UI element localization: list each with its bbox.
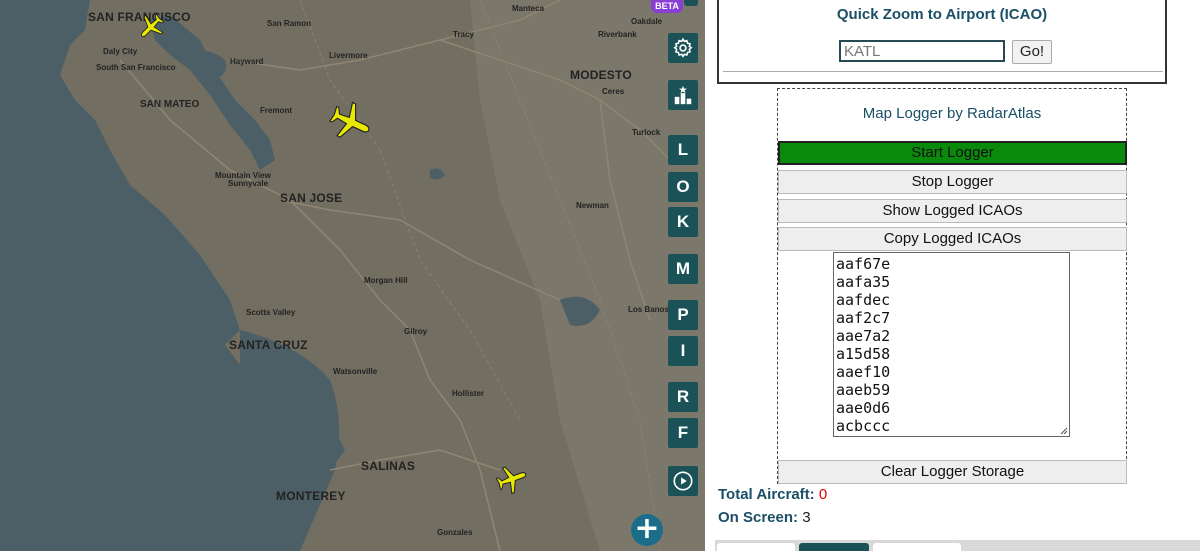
on-screen-value: 3 xyxy=(802,509,811,526)
plus-icon: + xyxy=(634,511,660,546)
tool-letter-l[interactable]: L xyxy=(668,135,698,165)
bottom-tab-active[interactable] xyxy=(799,543,869,551)
aircraft-icon[interactable] xyxy=(493,462,531,496)
map-terrain xyxy=(0,0,705,551)
settings-button[interactable] xyxy=(668,33,698,63)
zoom-in-button[interactable]: + xyxy=(631,514,663,546)
total-aircraft-value: 0 xyxy=(818,486,828,503)
city-label: Daly City xyxy=(103,47,138,56)
quick-zoom-box: Quick Zoom to Airport (ICAO) Go! xyxy=(717,0,1167,84)
map-view[interactable]: SAN FRANCISCO San Ramon Manteca Oakdale … xyxy=(0,0,705,551)
icao-entry: aaef10 xyxy=(836,363,891,381)
city-label: Fremont xyxy=(260,106,292,115)
tool-tab-edge xyxy=(684,0,698,6)
map-logger-box: Map Logger by RadarAtlas Start Logger St… xyxy=(777,88,1127,484)
gear-icon xyxy=(673,37,693,58)
logger-title: Map Logger by RadarAtlas xyxy=(862,105,1042,122)
tool-letter-i[interactable]: I xyxy=(668,336,698,366)
city-label: Livermore xyxy=(329,51,368,60)
city-label: Scotts Valley xyxy=(246,308,296,317)
start-logger-button[interactable]: Start Logger xyxy=(778,141,1127,165)
city-label: MONTEREY xyxy=(276,489,346,503)
play-icon xyxy=(673,471,693,491)
bottom-tab[interactable] xyxy=(717,543,795,551)
bottom-tab-bar xyxy=(715,540,1200,551)
city-label: Sunnyvale xyxy=(228,179,269,188)
city-label: Gilroy xyxy=(404,327,428,336)
tool-letter-k[interactable]: K xyxy=(668,207,698,237)
city-label: SALINAS xyxy=(361,459,416,473)
aircraft-icon[interactable] xyxy=(132,12,170,42)
show-logged-icaos-button[interactable]: Show Logged ICAOs xyxy=(778,199,1127,223)
on-screen-label: On Screen: xyxy=(718,509,799,526)
resize-grip-icon[interactable] xyxy=(1060,427,1068,435)
icao-entry: a15d58 xyxy=(836,345,891,363)
stop-logger-button[interactable]: Stop Logger xyxy=(778,170,1127,194)
city-label: San Ramon xyxy=(267,19,312,28)
side-panel: Quick Zoom to Airport (ICAO) Go! Map Log… xyxy=(705,0,1200,551)
city-label: Hollister xyxy=(452,389,485,398)
city-label: Watsonville xyxy=(333,367,378,376)
go-button[interactable]: Go! xyxy=(1012,40,1052,64)
tool-letter-o[interactable]: O xyxy=(668,172,698,202)
city-label: MODESTO xyxy=(570,68,632,82)
divider xyxy=(723,71,1163,72)
beta-badge: BETA xyxy=(651,0,683,13)
city-label: Tracy xyxy=(453,30,474,39)
city-label: South San Francisco xyxy=(96,63,176,72)
aircraft-icon[interactable] xyxy=(327,100,375,144)
copy-logged-icaos-button[interactable]: Copy Logged ICAOs xyxy=(778,227,1127,251)
clear-logger-storage-button[interactable]: Clear Logger Storage xyxy=(778,460,1127,484)
playback-button[interactable] xyxy=(668,466,698,496)
city-label: Ceres xyxy=(602,87,625,96)
icao-entry: acbccc xyxy=(836,417,891,435)
icao-entry: aafa35 xyxy=(836,273,891,291)
city-label: Morgan Hill xyxy=(364,276,408,285)
icao-entry: aaf67e xyxy=(836,255,891,273)
icao-entry: aaeb59 xyxy=(836,381,891,399)
aircraft-stats: Total Aircraft: 0 On Screen: 3 xyxy=(718,486,827,532)
city-label: Riverbank xyxy=(598,30,637,39)
leaderboard-icon xyxy=(674,85,692,105)
quick-zoom-title: Quick Zoom to Airport (ICAO) xyxy=(836,6,1048,23)
city-label: Manteca xyxy=(512,4,545,13)
city-label: Newman xyxy=(576,201,609,210)
tool-letter-p[interactable]: P xyxy=(668,300,698,330)
city-label: SAN MATEO xyxy=(140,99,200,110)
icao-entry: aafdec xyxy=(836,291,891,309)
logged-icaos-textarea[interactable]: aaf67e aafa35 aafdec aaf2c7 aae7a2 a15d5… xyxy=(833,252,1070,437)
icao-entry: aae7a2 xyxy=(836,327,891,345)
icao-input[interactable] xyxy=(839,40,1005,62)
city-label: Hayward xyxy=(230,57,264,66)
city-label: Gonzales xyxy=(437,528,473,537)
icao-entry: aae0d6 xyxy=(836,399,891,417)
bottom-tab[interactable] xyxy=(873,543,961,551)
city-label: Oakdale xyxy=(631,17,663,26)
city-label: Turlock xyxy=(632,128,661,137)
city-label: Los Banos xyxy=(628,305,669,314)
leaderboard-button[interactable] xyxy=(668,80,698,110)
tool-letter-m[interactable]: M xyxy=(668,254,698,284)
city-label: SANTA CRUZ xyxy=(229,338,308,352)
tool-letter-r[interactable]: R xyxy=(668,382,698,412)
city-label: SAN JOSE xyxy=(280,191,343,205)
total-aircraft-label: Total Aircraft: xyxy=(718,486,815,503)
icao-entry: aaf2c7 xyxy=(836,309,891,327)
tool-letter-f[interactable]: F xyxy=(668,418,698,448)
